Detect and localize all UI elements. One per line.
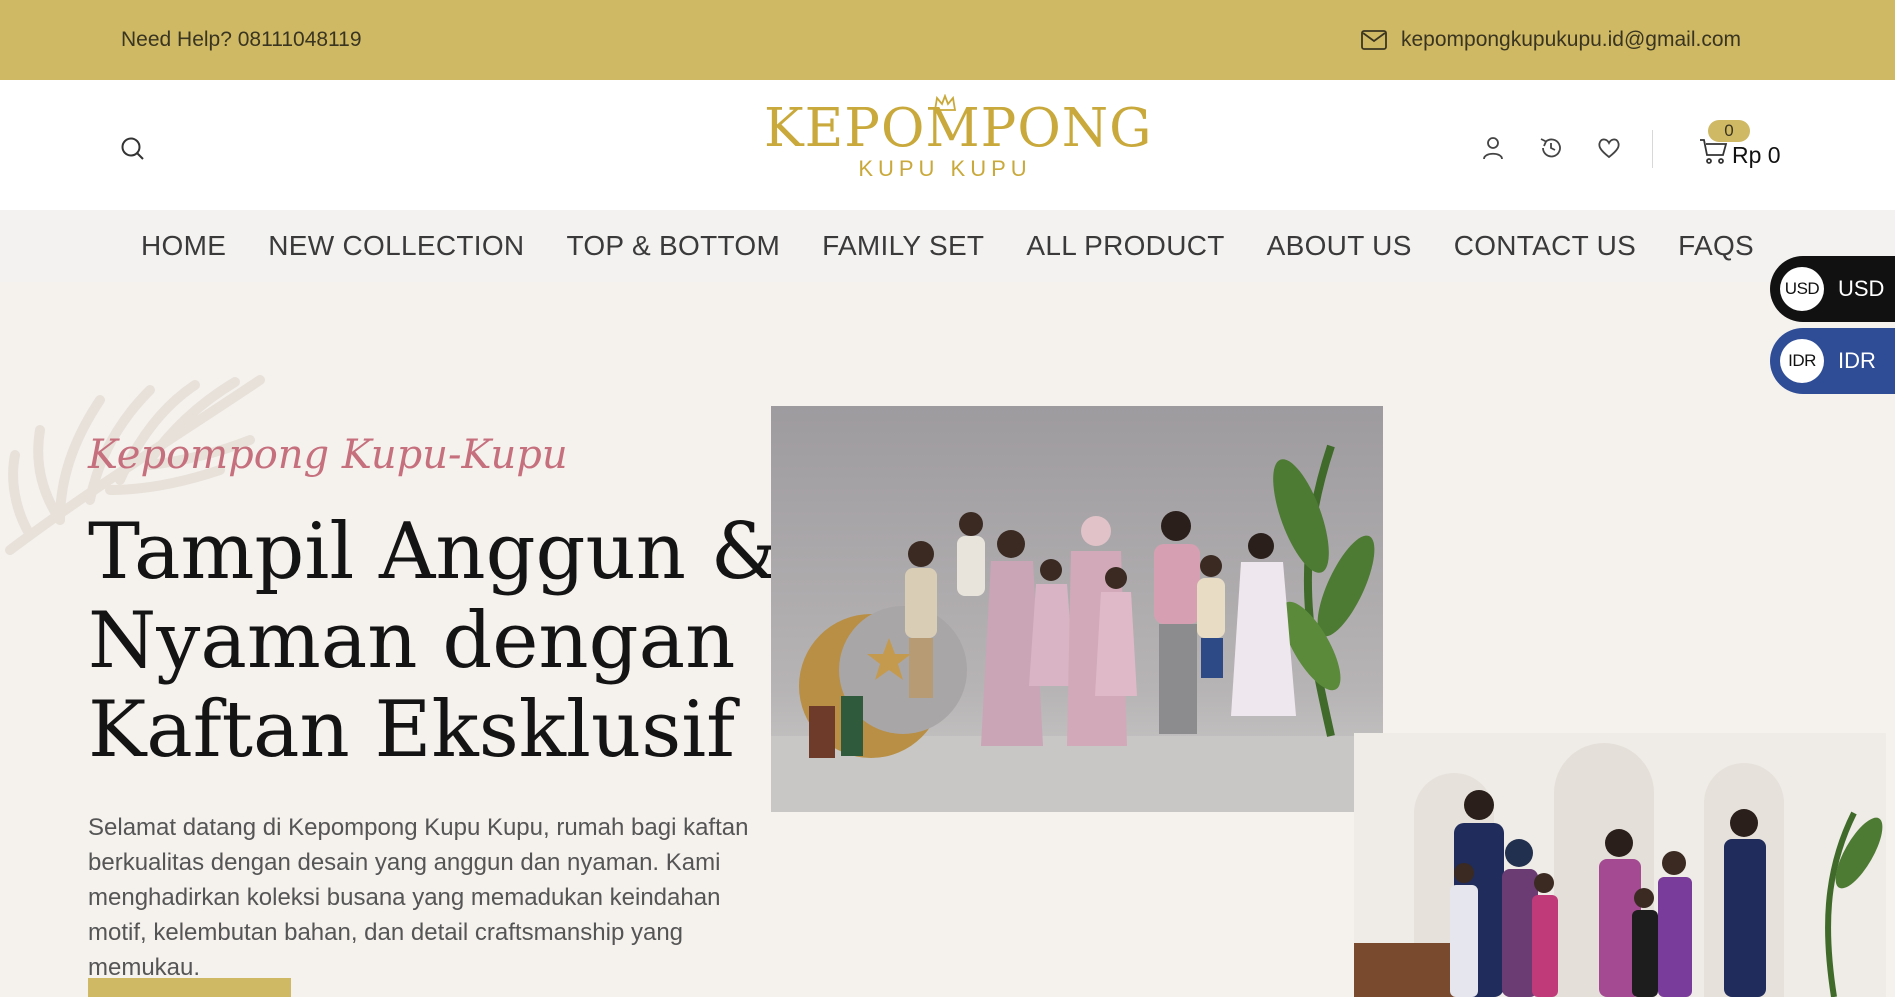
family-photo-pink: [771, 406, 1383, 812]
mail-icon: [1361, 30, 1387, 50]
header-icons: [1480, 135, 1622, 161]
hero-script-title: Kepompong Kupu-Kupu: [88, 432, 568, 478]
history-icon[interactable]: [1538, 135, 1564, 161]
cart-button[interactable]: 0 Rp 0: [1698, 120, 1788, 180]
cart-count-badge: 0: [1708, 120, 1750, 142]
nav-family-set[interactable]: FAMILY SET: [822, 230, 984, 262]
site-logo[interactable]: KEPOMPONG KUPU KUPU: [764, 94, 1152, 192]
site-header: KEPOMPONG KUPU KUPU 0 Rp 0: [0, 80, 1895, 210]
top-bar: Need Help? 08111048119 kepompongkupukupu…: [0, 0, 1895, 80]
logo-crown-icon: [933, 94, 957, 111]
currency-idr-button[interactable]: IDR IDR: [1770, 328, 1895, 394]
idr-label: IDR: [1838, 348, 1876, 373]
hero-cta-button[interactable]: [88, 978, 291, 997]
user-icon[interactable]: [1480, 135, 1506, 161]
email-text: kepompongkupukupu.id@gmail.com: [1400, 28, 1741, 51]
nav-home[interactable]: HOME: [141, 230, 226, 262]
nav-top-bottom[interactable]: TOP & BOTTOM: [566, 230, 780, 262]
cart-total: Rp 0: [1732, 142, 1781, 168]
nav-all-product[interactable]: ALL PRODUCT: [1026, 230, 1224, 262]
nav-contact-us[interactable]: CONTACT US: [1454, 230, 1636, 262]
main-nav: HOME NEW COLLECTION TOP & BOTTOM FAMILY …: [0, 210, 1895, 282]
search-icon[interactable]: [120, 136, 146, 162]
contact-email[interactable]: kepompongkupukupu.id@gmail.com: [1361, 28, 1741, 52]
header-divider: [1652, 130, 1653, 168]
help-phone-text[interactable]: Need Help? 08111048119: [121, 28, 362, 52]
nav-faqs[interactable]: FAQS: [1678, 230, 1754, 262]
idr-badge: IDR: [1780, 339, 1824, 383]
hero-description: Selamat datang di Kepompong Kupu Kupu, r…: [88, 814, 749, 981]
nav-new-collection[interactable]: NEW COLLECTION: [268, 230, 524, 262]
heart-icon[interactable]: [1596, 135, 1622, 161]
currency-usd-button[interactable]: USD USD: [1770, 256, 1895, 322]
usd-badge: USD: [1780, 267, 1824, 311]
nav-about-us[interactable]: ABOUT US: [1267, 230, 1412, 262]
family-photo-navy: [1354, 733, 1886, 997]
usd-label: USD: [1838, 276, 1885, 301]
hero-headline: Tampil Anggun & Nyaman dengan Kaftan Eks…: [88, 507, 781, 775]
